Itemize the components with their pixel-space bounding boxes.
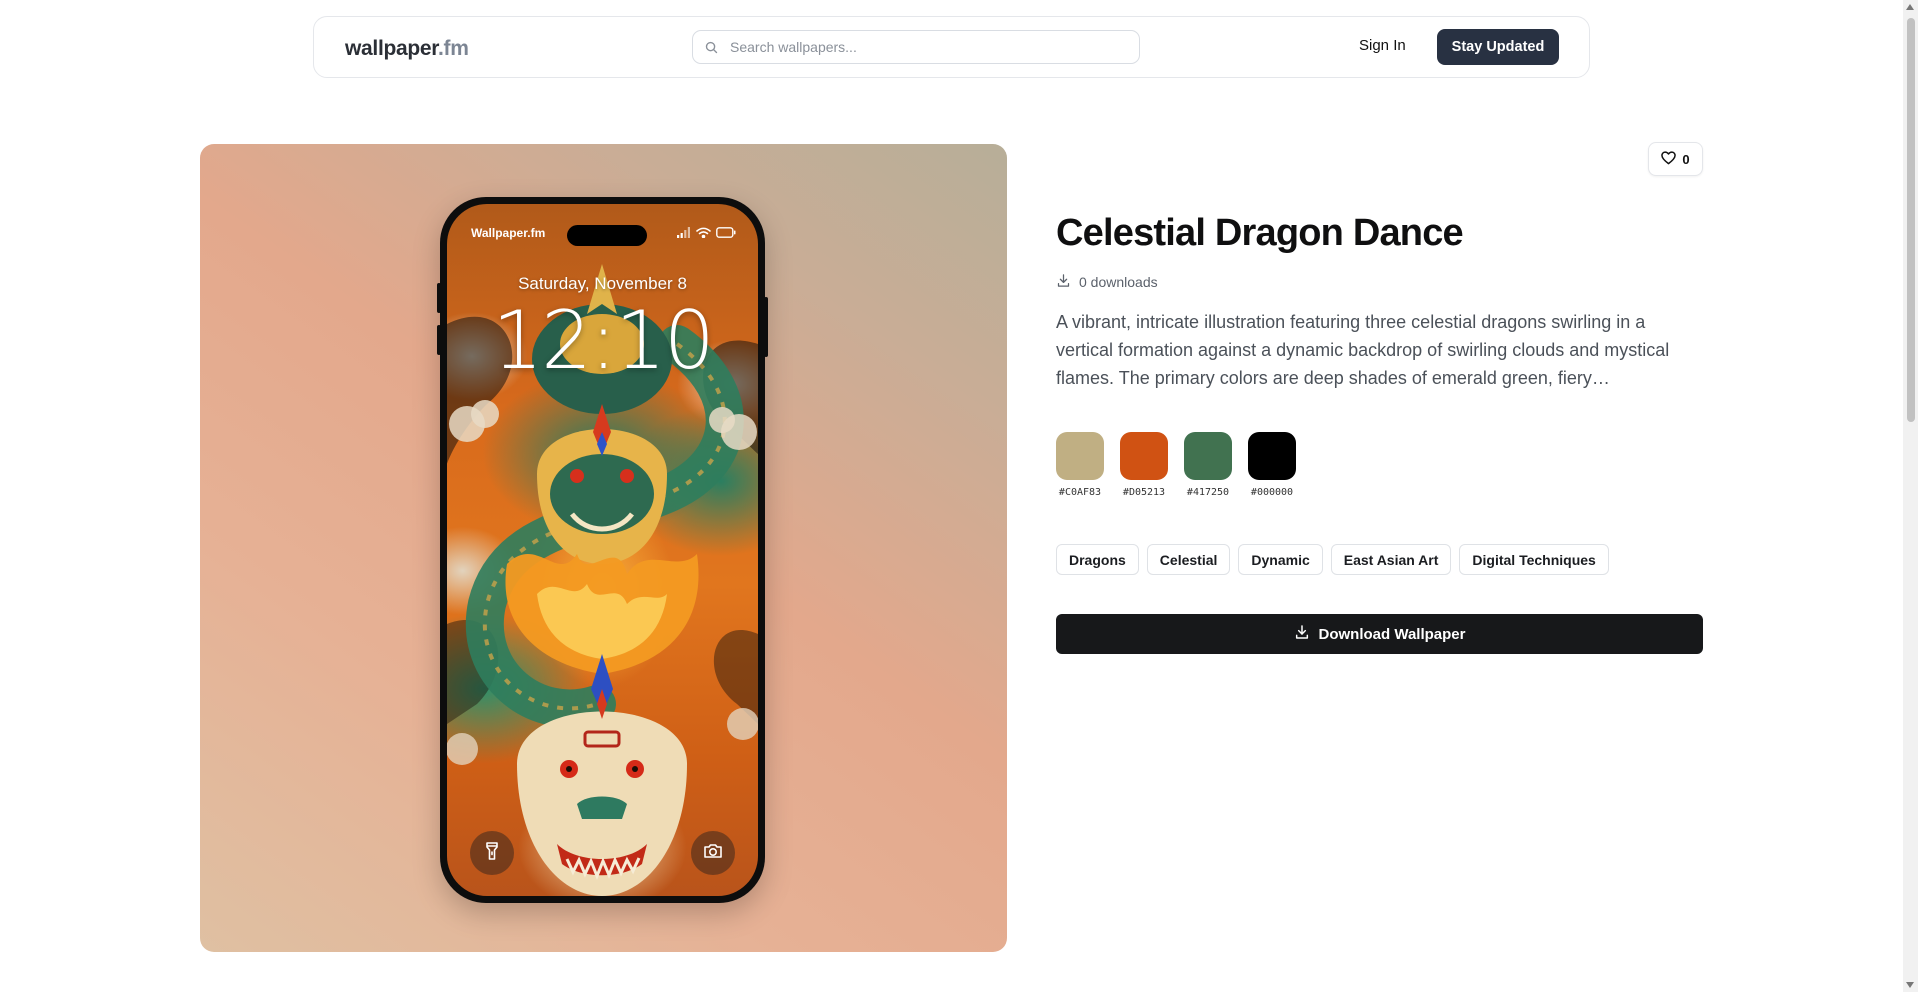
scroll-up-icon[interactable] bbox=[1906, 4, 1914, 10]
flashlight-icon bbox=[484, 841, 500, 866]
lockscreen-time: 12:10 bbox=[492, 294, 715, 387]
battery-icon bbox=[716, 225, 736, 243]
phone-screen: Wallpaper.fm Saturday, November 8 12:10 bbox=[447, 204, 758, 896]
download-wallpaper-button[interactable]: Download Wallpaper bbox=[1056, 614, 1703, 654]
camera-button bbox=[691, 831, 735, 875]
search-input[interactable] bbox=[728, 38, 1112, 56]
color-chip bbox=[1056, 432, 1104, 480]
lockscreen-carrier: Wallpaper.fm bbox=[471, 226, 546, 240]
lockscreen-date: Saturday, November 8 bbox=[518, 274, 687, 293]
wifi-icon bbox=[696, 225, 711, 243]
tag-list: Dragons Celestial Dynamic East Asian Art… bbox=[1056, 544, 1609, 575]
tag-chip[interactable]: Dynamic bbox=[1238, 544, 1323, 575]
heart-icon bbox=[1661, 150, 1677, 168]
color-swatch[interactable]: #D05213 bbox=[1120, 432, 1168, 498]
phone-side-button bbox=[764, 297, 768, 357]
site-logo[interactable]: wallpaper.fm bbox=[345, 37, 469, 61]
download-button-label: Download Wallpaper bbox=[1318, 625, 1466, 643]
signal-icon bbox=[677, 225, 691, 243]
color-hex: #C0AF83 bbox=[1058, 487, 1102, 498]
status-bar-icons bbox=[677, 225, 736, 243]
wallpaper-preview-panel: Wallpaper.fm Saturday, November 8 12:10 bbox=[200, 144, 1007, 952]
phone-side-button bbox=[437, 325, 441, 355]
like-count: 0 bbox=[1682, 151, 1690, 167]
color-palette: #C0AF83 #D05213 #417250 #000000 bbox=[1056, 432, 1296, 498]
scrollbar-thumb[interactable] bbox=[1907, 18, 1915, 422]
wallpaper-description: A vibrant, intricate illustration featur… bbox=[1056, 312, 1670, 388]
download-count: 0 downloads bbox=[1079, 274, 1158, 290]
sign-in-link[interactable]: Sign In bbox=[1359, 37, 1406, 54]
camera-icon bbox=[703, 843, 723, 864]
logo-accent: .fm bbox=[438, 37, 469, 60]
search-icon bbox=[704, 38, 722, 56]
search-box[interactable] bbox=[692, 30, 1140, 64]
color-hex: #D05213 bbox=[1122, 487, 1166, 498]
tag-chip[interactable]: Digital Techniques bbox=[1459, 544, 1609, 575]
tag-chip[interactable]: Dragons bbox=[1056, 544, 1139, 575]
phone-mockup: Wallpaper.fm Saturday, November 8 12:10 bbox=[437, 197, 768, 903]
download-icon bbox=[1056, 273, 1071, 291]
phone-side-button bbox=[437, 283, 441, 313]
scroll-down-icon[interactable] bbox=[1906, 982, 1914, 988]
like-button[interactable]: 0 bbox=[1648, 142, 1703, 176]
color-swatch[interactable]: #000000 bbox=[1248, 432, 1296, 498]
color-swatch[interactable]: #C0AF83 bbox=[1056, 432, 1104, 498]
color-hex: #000000 bbox=[1250, 487, 1294, 498]
flashlight-button bbox=[470, 831, 514, 875]
tag-chip[interactable]: Celestial bbox=[1146, 544, 1231, 575]
color-chip bbox=[1120, 432, 1168, 480]
color-chip bbox=[1248, 432, 1296, 480]
stay-updated-button[interactable]: Stay Updated bbox=[1437, 29, 1559, 65]
color-chip bbox=[1184, 432, 1232, 480]
download-count-row: 0 downloads bbox=[1056, 273, 1158, 291]
top-navbar: wallpaper.fm Sign In Stay Updated bbox=[313, 16, 1590, 78]
tag-chip[interactable]: East Asian Art bbox=[1330, 544, 1452, 575]
download-icon bbox=[1294, 624, 1310, 644]
wallpaper-title: Celestial Dragon Dance bbox=[1056, 212, 1464, 254]
color-swatch[interactable]: #417250 bbox=[1184, 432, 1232, 498]
logo-text: wallpaper bbox=[345, 37, 439, 60]
color-hex: #417250 bbox=[1186, 487, 1230, 498]
page-scrollbar[interactable] bbox=[1903, 0, 1918, 992]
dynamic-island bbox=[567, 225, 647, 246]
